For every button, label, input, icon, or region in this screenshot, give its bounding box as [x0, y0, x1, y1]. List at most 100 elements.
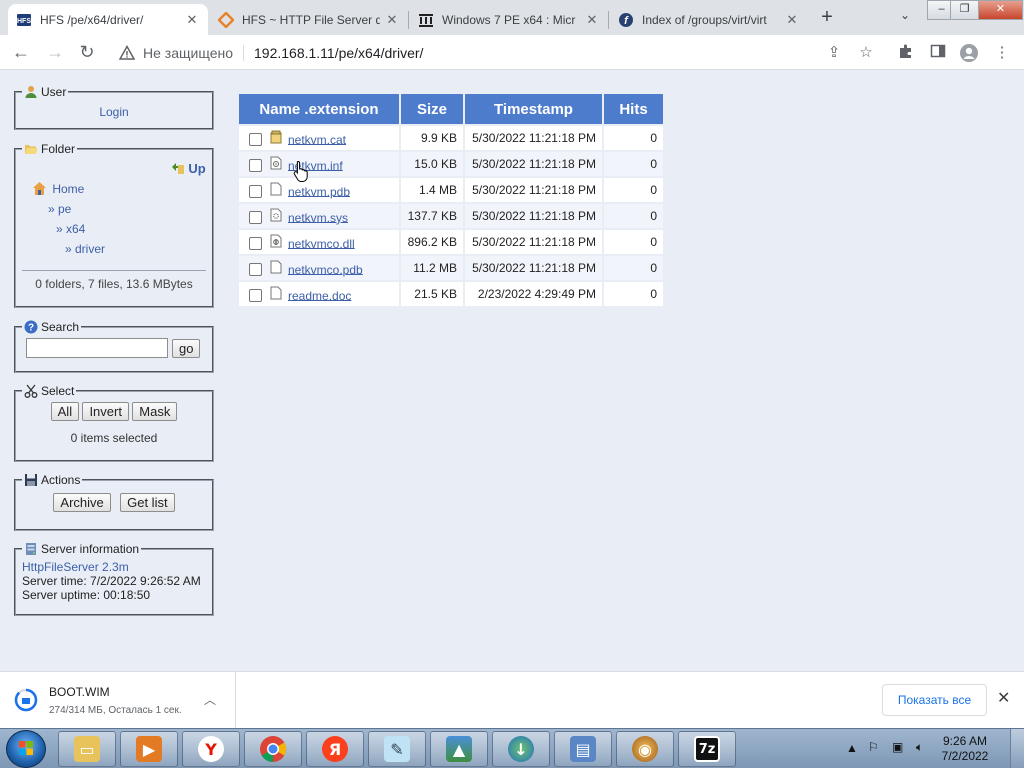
- file-size-cell: 15.0 KB: [401, 152, 463, 176]
- taskbar-network-center[interactable]: ▤: [554, 731, 612, 767]
- system-tray: ▲ ⚐ ▣ 🔈︎: [842, 729, 1024, 768]
- file-link[interactable]: netkvmco.dll: [288, 236, 355, 250]
- volume-icon[interactable]: 🔈︎: [916, 740, 923, 755]
- clock-date: 7/2/2022: [941, 749, 989, 763]
- column-header-name[interactable]: Name .extension: [239, 94, 399, 124]
- file-link[interactable]: netkvm.sys: [288, 210, 348, 224]
- archive-button[interactable]: Archive: [53, 493, 111, 512]
- close-tab-icon[interactable]: ✕: [784, 12, 800, 28]
- warning-triangle-icon[interactable]: [119, 45, 135, 61]
- breadcrumb-pe[interactable]: » pe: [48, 202, 71, 216]
- bookmark-star-icon[interactable]: ☆: [856, 43, 876, 63]
- taskbar-media-player[interactable]: ▶: [120, 731, 178, 767]
- download-item[interactable]: BOOT.WIM 274/314 МБ, Осталась 1 сек. ︿: [0, 672, 236, 728]
- taskbar-hfs[interactable]: ◉: [616, 731, 674, 767]
- search-input[interactable]: [26, 338, 168, 358]
- search-go-button[interactable]: go: [172, 338, 201, 358]
- reload-icon[interactable]: ↻: [75, 41, 99, 65]
- show-desktop-button[interactable]: [1010, 729, 1024, 768]
- tab-hfs-driver[interactable]: HFS HFS /pe/x64/driver/ ✕: [8, 4, 208, 35]
- blank-file-icon: [270, 286, 282, 300]
- taskbar-image-viewer[interactable]: ▲: [430, 731, 488, 767]
- tab-title: Windows 7 PE x64 : Micr: [442, 12, 576, 27]
- login-link[interactable]: Login: [99, 105, 128, 119]
- tab-hfs-site[interactable]: HFS ~ HTTP File Server d ✕: [210, 4, 408, 35]
- download-chevron-up-icon[interactable]: ︿: [204, 691, 216, 708]
- file-link[interactable]: netkvm.pdb: [288, 184, 350, 198]
- clock-time: 9:26 AM: [942, 734, 988, 748]
- taskbar-7zip[interactable]: 7z: [678, 731, 736, 767]
- taskbar-chrome[interactable]: [244, 731, 302, 767]
- show-all-downloads-button[interactable]: Показать все: [882, 684, 987, 716]
- taskbar-yandex-browser[interactable]: Y: [182, 731, 240, 767]
- maximize-button[interactable]: ❐: [950, 0, 979, 20]
- browser-toolbar: ← → ↻ Не защищено 192.168.1.11/pe/x64/dr…: [0, 35, 1024, 70]
- server-uptime: Server uptime: 00:18:50: [22, 588, 151, 602]
- tab-fedora-index[interactable]: f Index of /groups/virt/virt ✕: [610, 4, 808, 35]
- column-header-timestamp[interactable]: Timestamp: [465, 94, 602, 124]
- up-button[interactable]: Up: [171, 161, 206, 176]
- column-header-hits[interactable]: Hits: [604, 94, 663, 124]
- file-checkbox[interactable]: [249, 236, 262, 250]
- file-link[interactable]: netkvm.cat: [288, 132, 346, 146]
- column-header-size[interactable]: Size: [401, 94, 463, 124]
- close-download-bar-icon[interactable]: ✕: [997, 688, 1010, 708]
- file-link[interactable]: readme.doc: [288, 288, 351, 302]
- taskbar-download-manager[interactable]: ↓: [492, 731, 550, 767]
- close-tab-icon[interactable]: ✕: [384, 12, 400, 28]
- kebab-menu-icon[interactable]: ⋮: [992, 43, 1012, 63]
- network-disconnected-icon[interactable]: ▣: [892, 740, 903, 754]
- image-viewer-icon: ▲: [446, 736, 472, 762]
- file-checkbox[interactable]: [249, 132, 262, 146]
- share-icon[interactable]: ⇪: [824, 43, 844, 63]
- get-list-button[interactable]: Get list: [120, 493, 175, 512]
- tab-windows-pe[interactable]: Windows 7 PE x64 : Micr ✕: [410, 4, 608, 35]
- breadcrumb-x64[interactable]: » x64: [56, 222, 85, 236]
- action-center-flag-icon[interactable]: ⚐: [868, 740, 879, 754]
- select-all-button[interactable]: All: [50, 402, 80, 421]
- scissors-icon: [24, 384, 38, 398]
- window-close-button[interactable]: ✕: [978, 0, 1023, 20]
- select-invert-button[interactable]: Invert: [82, 402, 129, 421]
- start-button[interactable]: [6, 730, 46, 768]
- profile-avatar-icon[interactable]: [959, 43, 979, 63]
- up-label[interactable]: Up: [188, 161, 205, 176]
- home-link[interactable]: Home: [32, 181, 206, 196]
- file-checkbox[interactable]: [249, 210, 262, 224]
- file-timestamp-cell: 5/30/2022 11:21:18 PM: [465, 256, 602, 280]
- side-panel-icon[interactable]: [928, 43, 948, 63]
- taskbar-yandex[interactable]: Я: [306, 731, 364, 767]
- file-hits-cell: 0: [604, 126, 663, 150]
- security-label[interactable]: Не защищено: [143, 45, 233, 61]
- file-name-cell: netkvmco.dll: [239, 230, 399, 254]
- taskbar-notepad[interactable]: ✎: [368, 731, 426, 767]
- page-content: User Login Folder Up Home » pe » x64 » d…: [0, 71, 1024, 671]
- forward-arrow-icon[interactable]: →: [43, 41, 67, 65]
- back-arrow-icon[interactable]: ←: [9, 41, 33, 65]
- close-tab-icon[interactable]: ✕: [584, 12, 600, 28]
- new-tab-button[interactable]: +: [814, 6, 840, 30]
- tab-search-chevron-icon[interactable]: ⌄: [895, 8, 915, 28]
- taskbar-explorer[interactable]: ▭: [58, 731, 116, 767]
- file-hits-cell: 0: [604, 152, 663, 176]
- yandex-browser-icon: Y: [198, 736, 224, 762]
- table-row: netkvmco.dll 896.2 KB 5/30/2022 11:21:18…: [239, 230, 663, 254]
- extensions-puzzle-icon[interactable]: [896, 43, 916, 63]
- taskbar-clock[interactable]: 9:26 AM 7/2/2022: [935, 734, 995, 764]
- url-text[interactable]: 192.168.1.11/pe/x64/driver/: [254, 45, 423, 61]
- breadcrumb-driver[interactable]: » driver: [65, 242, 105, 256]
- file-checkbox[interactable]: [249, 288, 262, 302]
- address-bar[interactable]: Не защищено 192.168.1.11/pe/x64/driver/: [111, 39, 881, 67]
- close-tab-icon[interactable]: ✕: [184, 12, 200, 28]
- file-link[interactable]: netkvmco.pdb: [288, 262, 363, 276]
- tray-expand-icon[interactable]: ▲: [846, 741, 858, 755]
- file-checkbox[interactable]: [249, 262, 262, 276]
- inf-file-icon: [270, 156, 282, 170]
- hfs-version-link[interactable]: HttpFileServer 2.3m: [22, 560, 129, 574]
- file-checkbox[interactable]: [249, 158, 262, 172]
- select-mask-button[interactable]: Mask: [132, 402, 178, 421]
- tab-strip: HFS HFS /pe/x64/driver/ ✕ HFS ~ HTTP Fil…: [0, 0, 1024, 35]
- home-label[interactable]: Home: [52, 182, 84, 196]
- file-checkbox[interactable]: [249, 184, 262, 198]
- file-size-cell: 137.7 KB: [401, 204, 463, 228]
